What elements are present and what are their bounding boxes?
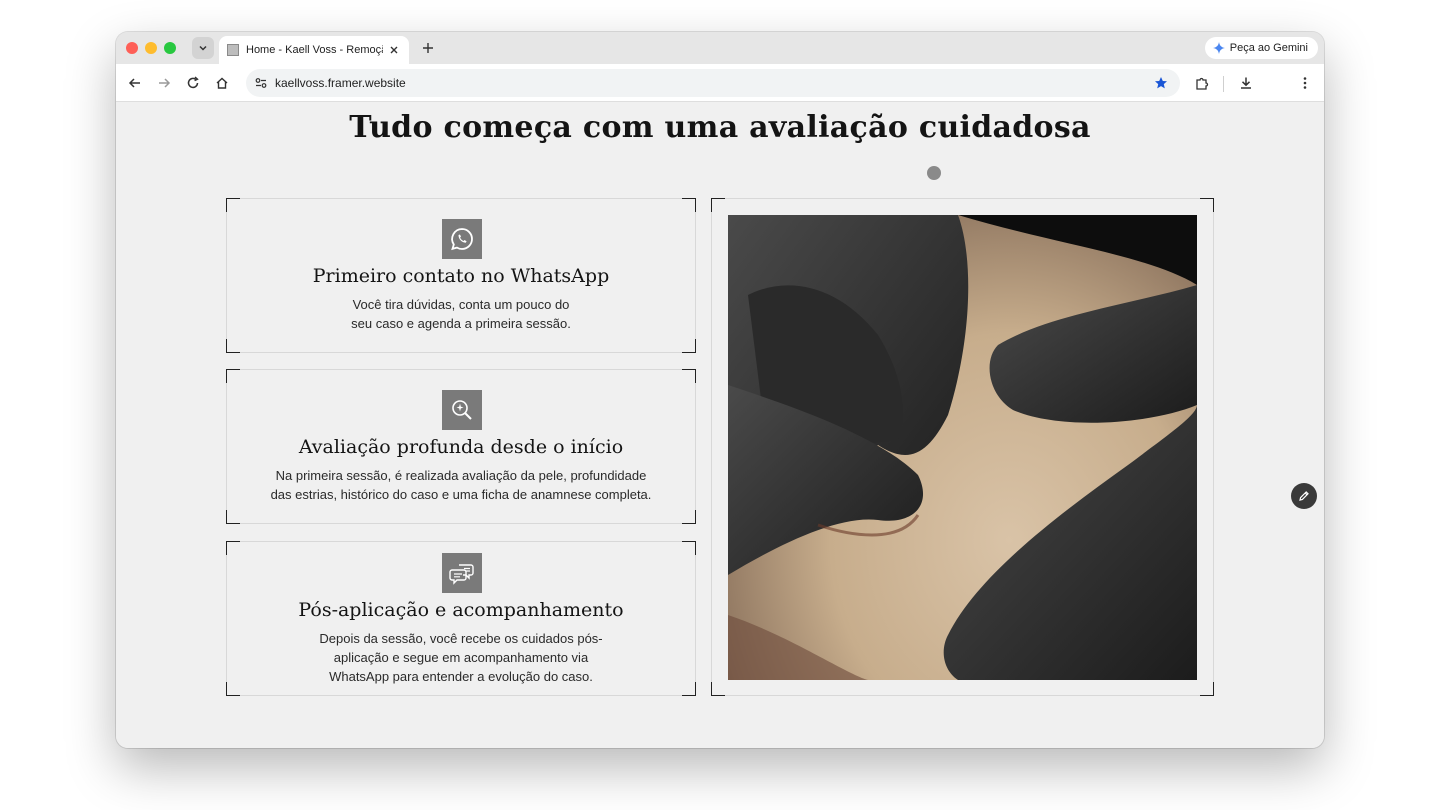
browser-window: Home - Kaell Voss - Remoção Peça ao Gemi…	[116, 32, 1324, 748]
chat-bubbles-icon	[442, 553, 482, 593]
card-description-line: WhatsApp para entender a evolução do cas…	[329, 669, 593, 684]
bookmark-star-icon[interactable]	[1152, 74, 1170, 92]
new-tab-button[interactable]	[418, 38, 438, 58]
corner-mark	[1200, 682, 1214, 696]
card-description: Depois da sessão, você recebe os cuidado…	[227, 629, 695, 686]
url-text[interactable]: kaellvoss.framer.website	[275, 76, 406, 90]
carousel-dot[interactable]	[927, 166, 941, 180]
card-title: Pós-aplicação e acompanhamento	[298, 599, 624, 621]
corner-mark	[226, 198, 240, 212]
download-icon	[1241, 77, 1251, 89]
card-description-line: Depois da sessão, você recebe os cuidado…	[319, 631, 603, 646]
puzzle-icon	[1195, 77, 1208, 90]
close-icon	[390, 46, 398, 54]
arrow-right-icon	[159, 78, 171, 88]
address-bar[interactable]: kaellvoss.framer.website	[246, 69, 1180, 97]
card-title: Avaliação profunda desde o início	[298, 436, 624, 458]
tab-title: Home - Kaell Voss - Remoção	[246, 44, 383, 56]
procedure-photo	[728, 215, 1197, 680]
browser-menu-button[interactable]	[1295, 73, 1315, 93]
tab-strip: Home - Kaell Voss - Remoção Peça ao Gemi…	[116, 32, 1324, 64]
tab-home[interactable]: Home - Kaell Voss - Remoção	[219, 36, 409, 64]
corner-mark	[682, 541, 696, 555]
card-description-line: aplicação e segue em acompanhamento via	[333, 650, 589, 665]
forward-button[interactable]	[154, 73, 174, 93]
procedure-image-frame	[711, 198, 1214, 696]
corner-mark	[711, 682, 725, 696]
corner-mark	[682, 339, 696, 353]
minimize-window-button[interactable]	[145, 42, 157, 54]
step-card-aftercare: Pós-aplicação e acompanhamento Depois da…	[226, 541, 696, 696]
corner-mark	[226, 510, 240, 524]
plus-icon	[423, 43, 433, 53]
card-description-line: das estrias, histórico do caso e uma fic…	[270, 487, 652, 502]
extensions-button[interactable]	[1192, 73, 1212, 93]
card-description-line: Na primeira sessão, é realizada avaliaçã…	[275, 468, 647, 483]
page-content: Tudo começa com uma avaliação cuidadosa …	[116, 102, 1324, 748]
maximize-window-button[interactable]	[164, 42, 176, 54]
card-description-line: Você tira dúvidas, conta um pouco do	[352, 297, 570, 312]
reload-icon	[187, 76, 199, 89]
corner-mark	[682, 198, 696, 212]
kebab-menu-icon	[1303, 77, 1307, 89]
toolbar-separator	[1223, 76, 1224, 92]
chevron-down-icon	[199, 45, 207, 51]
corner-mark	[711, 198, 725, 212]
card-description-line: seu caso e agenda a primeira sessão.	[351, 316, 571, 331]
pencil-icon	[1299, 491, 1309, 501]
edit-button[interactable]	[1291, 483, 1317, 509]
back-button[interactable]	[125, 73, 145, 93]
arrow-left-icon	[128, 78, 140, 88]
step-card-evaluation: Avaliação profunda desde o início Na pri…	[226, 369, 696, 524]
gemini-sparkle-icon	[1212, 42, 1225, 54]
card-title: Primeiro contato no WhatsApp	[312, 265, 610, 287]
gemini-label: Peça ao Gemini	[1229, 42, 1308, 54]
corner-mark	[682, 510, 696, 524]
gemini-button[interactable]: Peça ao Gemini	[1204, 37, 1318, 59]
corner-mark	[226, 339, 240, 353]
corner-mark	[682, 369, 696, 383]
close-tab-button[interactable]	[387, 43, 401, 57]
section-title: Tudo começa com uma avaliação cuidadosa	[349, 110, 1091, 145]
site-favicon-icon	[227, 44, 239, 56]
corner-mark	[226, 369, 240, 383]
corner-mark	[226, 541, 240, 555]
tab-search-button[interactable]	[192, 37, 214, 59]
card-description: Você tira dúvidas, conta um pouco do seu…	[227, 295, 695, 333]
close-window-button[interactable]	[126, 42, 138, 54]
home-button[interactable]	[212, 73, 232, 93]
browser-toolbar: kaellvoss.framer.website	[116, 64, 1324, 102]
home-icon	[216, 77, 228, 89]
whatsapp-icon	[442, 219, 482, 259]
corner-mark	[1200, 198, 1214, 212]
step-card-whatsapp: Primeiro contato no WhatsApp Você tira d…	[226, 198, 696, 353]
card-description: Na primeira sessão, é realizada avaliaçã…	[227, 466, 695, 504]
downloads-button[interactable]	[1236, 73, 1256, 93]
site-info-icon[interactable]	[252, 74, 270, 92]
reload-button[interactable]	[183, 73, 203, 93]
magnifier-sparkle-icon	[442, 390, 482, 430]
